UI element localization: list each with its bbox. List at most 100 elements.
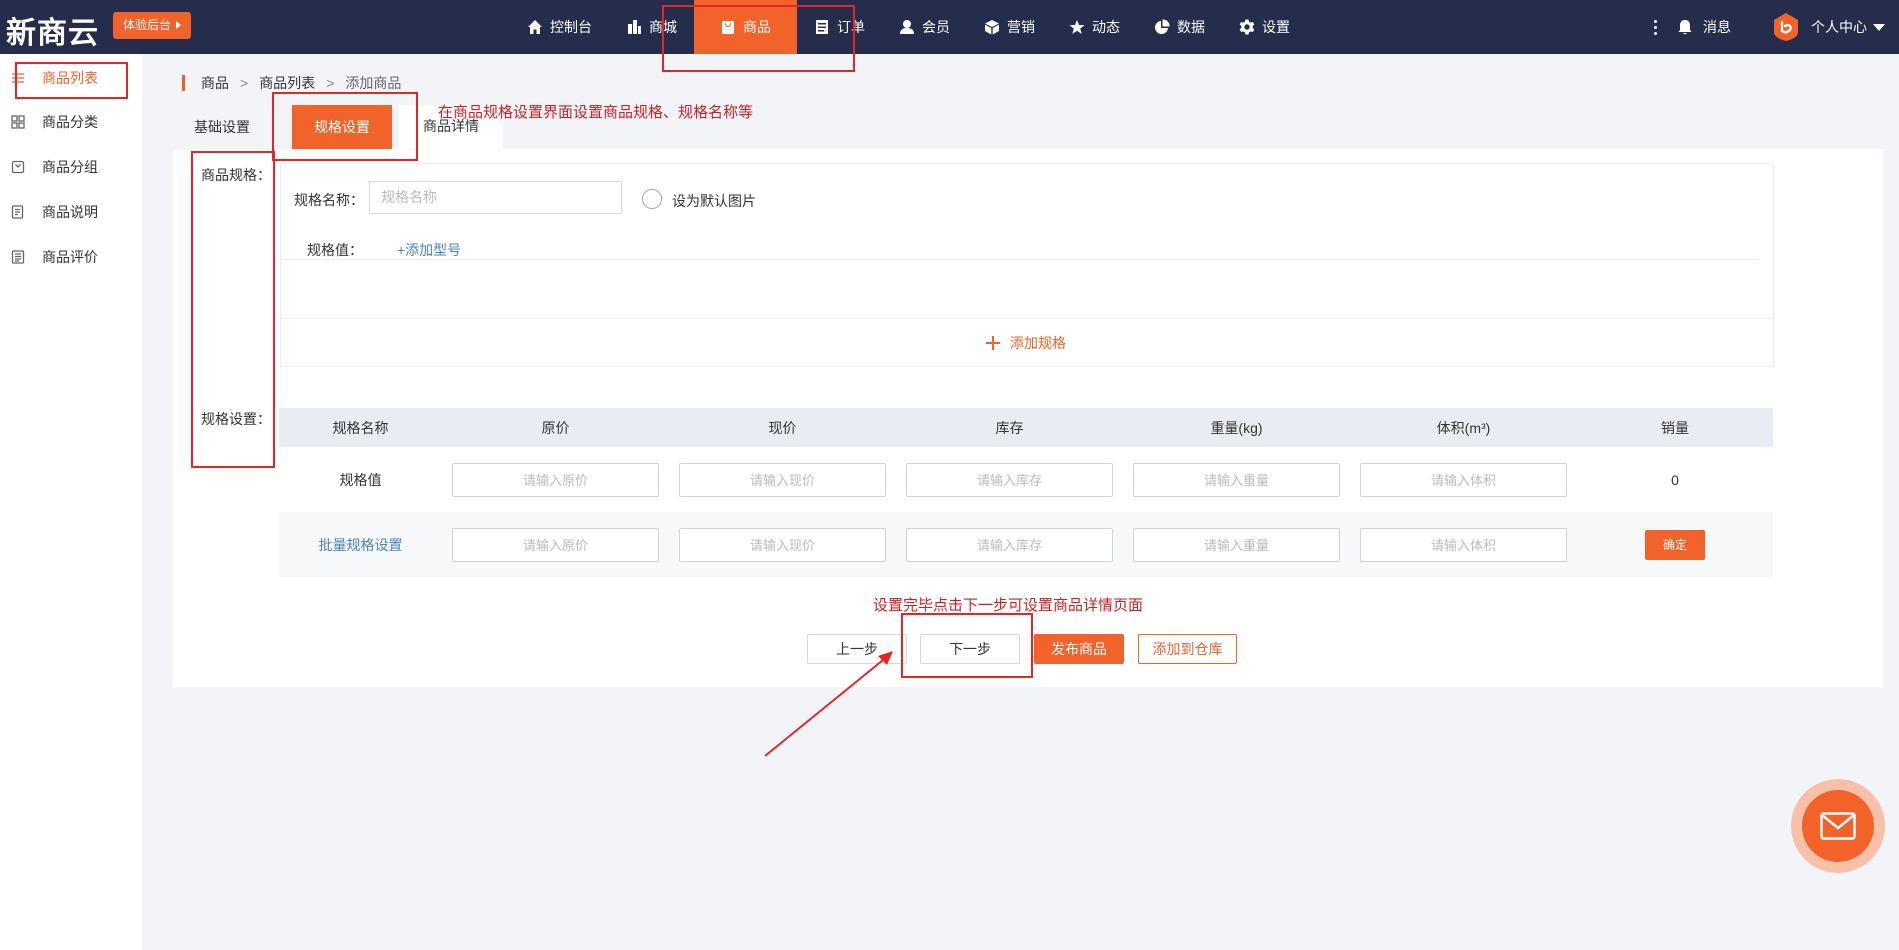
column-header: 库存 — [995, 419, 1024, 436]
sidebar-item-label: 商品分类 — [42, 114, 98, 130]
default-image-radio[interactable] — [642, 189, 662, 209]
batch-stock-input[interactable]: 请输入库存 — [906, 527, 1113, 562]
stock-input[interactable]: 请输入库存 — [906, 462, 1113, 497]
sidebar-item-label: 商品评价 — [42, 249, 98, 265]
add-spec-label: 添加规格 — [1010, 335, 1066, 351]
gear-icon — [1239, 19, 1255, 35]
nav-label: 控制台 — [550, 19, 592, 35]
original-price-input[interactable]: 请输入原价 — [452, 462, 659, 497]
spec-name-label: 规格名称： — [294, 192, 364, 208]
breadcrumb-separator: > — [326, 75, 335, 91]
table-row: 规格值 请输入原价 请输入现价 请输入库存 请输入重量 请输入体积 0 — [279, 447, 1773, 512]
spec-value-label: 规格值： — [307, 242, 363, 258]
sidebar: 商品列表 商品分类 商品分组 商品说明 商品评价 — [0, 54, 142, 950]
nav-item-feed[interactable]: 动态 — [1052, 0, 1137, 54]
table-row: 批量规格设置 请输入原价 请输入现价 请输入库存 请输入重量 请输入体积 确定 — [279, 512, 1773, 577]
publish-product-button[interactable]: 发布商品 — [1034, 634, 1124, 664]
chevron-down-icon — [1873, 23, 1885, 31]
annotation-text-next: 设置完毕点击下一步可设置商品详情页面 — [873, 597, 1144, 614]
tab-basic-settings[interactable]: 基础设置 — [173, 105, 271, 149]
batch-spec-setting-link[interactable]: 批量规格设置 — [279, 512, 442, 577]
nav-label: 会员 — [922, 19, 950, 35]
divider — [281, 259, 1759, 260]
user-center-menu[interactable]: 个人中心 — [1773, 12, 1885, 42]
spec-name-input[interactable]: 规格名称 — [369, 181, 622, 214]
annotation-box-spec-tab — [272, 92, 418, 161]
avatar-icon — [1774, 13, 1798, 41]
messages-label: 消息 — [1703, 19, 1731, 35]
nav-label: 动态 — [1092, 19, 1120, 35]
top-navigation-bar: 新商云 体验后台 控制台 商城 商品 订单 会员 营销 动态 数据 设置 消息 … — [0, 0, 1899, 54]
review-icon — [10, 249, 26, 265]
row-label: 规格值 — [339, 471, 382, 488]
nav-item-marketing[interactable]: 营销 — [967, 0, 1052, 54]
home-icon — [527, 19, 543, 35]
confirm-button[interactable]: 确定 — [1645, 529, 1705, 560]
trial-backend-button[interactable]: 体验后台 — [113, 12, 192, 39]
note-icon — [10, 204, 26, 220]
table-header: 规格名称 原价 现价 库存 重量(kg) 体积(m³) 销量 — [279, 408, 1773, 447]
sidebar-item-label: 商品分组 — [42, 159, 98, 175]
grid-icon — [10, 114, 26, 130]
user-icon — [899, 19, 915, 35]
more-vertical-icon[interactable] — [1645, 19, 1665, 35]
annotation-box-next-button — [901, 613, 1033, 678]
add-spec-button[interactable]: 添加规格 — [986, 333, 1066, 353]
breadcrumb-accent — [182, 75, 185, 91]
messages-button[interactable]: 消息 — [1677, 17, 1731, 37]
column-header: 规格名称 — [332, 419, 389, 436]
batch-volume-input[interactable]: 请输入体积 — [1360, 527, 1567, 562]
nav-item-settings[interactable]: 设置 — [1222, 0, 1307, 54]
star-icon — [1069, 19, 1085, 35]
floating-mail-button[interactable] — [1791, 779, 1885, 873]
nav-item-data[interactable]: 数据 — [1137, 0, 1222, 54]
default-image-label: 设为默认图片 — [672, 193, 756, 209]
cube-icon — [984, 19, 1000, 35]
user-center-label: 个人中心 — [1811, 19, 1867, 35]
tab-label: 基础设置 — [194, 119, 250, 135]
breadcrumb-current: 添加商品 — [345, 75, 402, 91]
batch-original-price-input[interactable]: 请输入原价 — [452, 527, 659, 562]
sidebar-item-product-category[interactable]: 商品分类 — [0, 107, 142, 137]
annotation-arrow — [764, 651, 893, 757]
column-header: 重量(kg) — [1210, 419, 1263, 436]
building-icon — [626, 19, 642, 35]
batch-current-price-input[interactable]: 请输入现价 — [679, 527, 886, 562]
breadcrumb-products[interactable]: 商品 — [201, 73, 229, 93]
column-header: 现价 — [768, 419, 797, 436]
add-model-link[interactable]: +添加型号 — [397, 240, 461, 260]
sidebar-item-product-review[interactable]: 商品评价 — [0, 242, 142, 272]
annotation-box-product-list — [15, 62, 128, 99]
divider — [281, 318, 1773, 319]
batch-weight-input[interactable]: 请输入重量 — [1133, 527, 1340, 562]
nav-item-members[interactable]: 会员 — [882, 0, 967, 54]
top-right-area: 消息 个人中心 — [1645, 0, 1899, 54]
volume-input[interactable]: 请输入体积 — [1360, 462, 1567, 497]
triangle-right-icon — [176, 21, 182, 29]
sales-value: 0 — [1671, 471, 1679, 488]
plus-icon — [986, 336, 1000, 350]
annotation-text-tab: 在商品规格设置界面设置商品规格、规格名称等 — [438, 104, 754, 121]
sidebar-item-product-group[interactable]: 商品分组 — [0, 152, 142, 182]
add-to-warehouse-button[interactable]: 添加到仓库 — [1138, 634, 1237, 664]
column-header: 体积(m³) — [1436, 419, 1491, 436]
nav-label: 数据 — [1177, 19, 1205, 35]
nav-label: 营销 — [1007, 19, 1035, 35]
main-nav: 控制台 商城 商品 订单 会员 营销 动态 数据 设置 — [510, 0, 1307, 54]
nav-item-dashboard[interactable]: 控制台 — [510, 0, 609, 54]
current-price-input[interactable]: 请输入现价 — [679, 462, 886, 497]
column-header: 销量 — [1661, 419, 1689, 436]
breadcrumb: 商品 > 商品列表 > 添加商品 — [182, 73, 401, 93]
mail-icon — [1820, 812, 1856, 840]
column-header: 原价 — [541, 419, 570, 436]
tag-icon — [10, 159, 26, 175]
pie-chart-icon — [1154, 19, 1170, 35]
brand-logo[interactable]: 新商云 — [6, 8, 99, 52]
sidebar-item-product-description[interactable]: 商品说明 — [0, 197, 142, 227]
annotation-box-nav-products — [662, 5, 855, 72]
nav-label: 设置 — [1262, 19, 1290, 35]
annotation-box-labels — [191, 151, 275, 468]
spec-table: 规格名称 原价 现价 库存 重量(kg) 体积(m³) 销量 规格值 请输入原价… — [279, 408, 1773, 577]
weight-input[interactable]: 请输入重量 — [1133, 462, 1340, 497]
breadcrumb-product-list[interactable]: 商品列表 — [259, 73, 315, 93]
